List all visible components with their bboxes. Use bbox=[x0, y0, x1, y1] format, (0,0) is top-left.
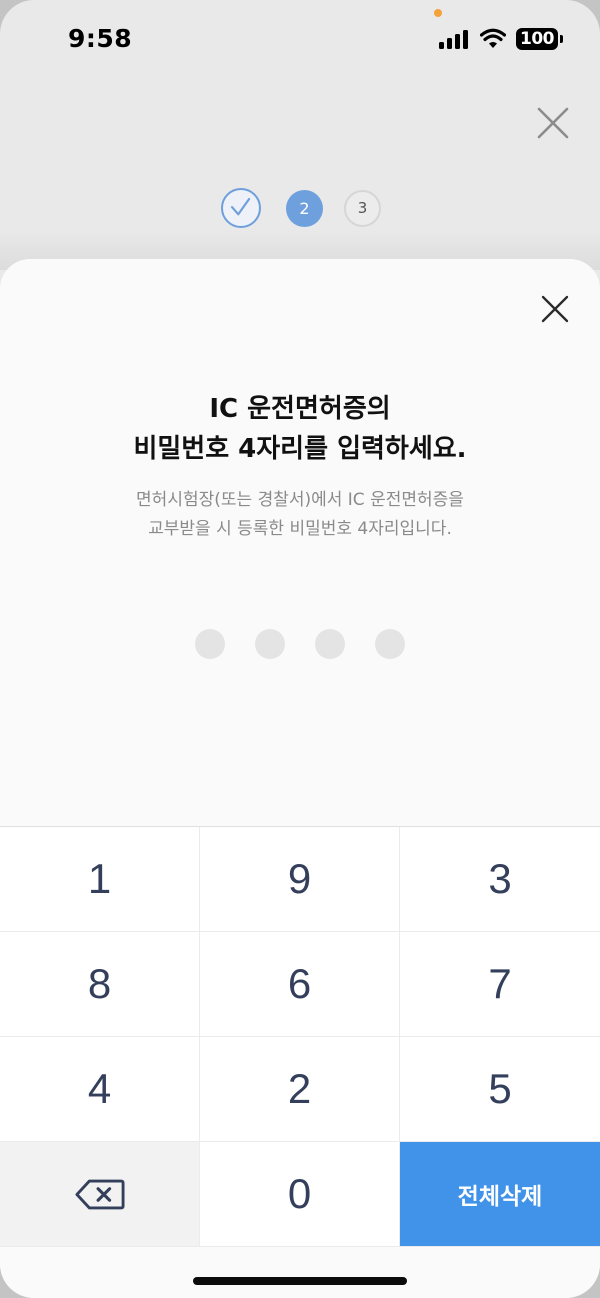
key-1[interactable]: 1 bbox=[0, 827, 200, 932]
pin-entry-sheet: IC 운전면허증의 비밀번호 4자리를 입력하세요. 면허시험장(또는 경찰서)… bbox=[0, 259, 600, 1298]
key-2[interactable]: 2 bbox=[200, 1037, 400, 1142]
step-3-upcoming: 3 bbox=[344, 190, 381, 227]
sheet-title: IC 운전면허증의 비밀번호 4자리를 입력하세요. bbox=[0, 389, 600, 469]
key-9[interactable]: 9 bbox=[200, 827, 400, 932]
battery-icon: 100 bbox=[516, 28, 563, 50]
subtitle-line-1: 면허시험장(또는 경찰서)에서 IC 운전면허증을 bbox=[136, 490, 464, 510]
status-time: 9:58 bbox=[68, 24, 133, 53]
phone-screen: 9:58 100 2 3 IC 운전면허증의 비밀번호 4자리를 입력하세요. … bbox=[0, 0, 600, 1298]
close-icon[interactable] bbox=[538, 292, 572, 326]
close-icon[interactable] bbox=[534, 104, 572, 142]
title-line-2: 비밀번호 4자리를 입력하세요. bbox=[133, 434, 467, 464]
key-7[interactable]: 7 bbox=[400, 932, 600, 1037]
key-8[interactable]: 8 bbox=[0, 932, 200, 1037]
title-line-1: IC 운전면허증의 bbox=[209, 394, 391, 424]
signal-icon bbox=[439, 29, 469, 49]
home-indicator[interactable] bbox=[193, 1277, 407, 1285]
backspace-button[interactable] bbox=[0, 1142, 200, 1247]
number-keypad: 1 9 3 8 6 7 4 2 5 0 전체삭제 bbox=[0, 826, 600, 1247]
step-1-done bbox=[221, 188, 261, 228]
key-3[interactable]: 3 bbox=[400, 827, 600, 932]
pin-dot bbox=[315, 629, 345, 659]
key-4[interactable]: 4 bbox=[0, 1037, 200, 1142]
sheet-subtitle: 면허시험장(또는 경찰서)에서 IC 운전면허증을 교부받을 시 등록한 비밀번… bbox=[0, 486, 600, 544]
pin-dot bbox=[255, 629, 285, 659]
clear-all-button[interactable]: 전체삭제 bbox=[400, 1142, 600, 1247]
key-5[interactable]: 5 bbox=[400, 1037, 600, 1142]
status-bar: 9:58 100 bbox=[0, 0, 600, 80]
backspace-icon bbox=[74, 1179, 125, 1209]
pin-dot bbox=[375, 629, 405, 659]
pin-indicator bbox=[195, 629, 407, 659]
key-6[interactable]: 6 bbox=[200, 932, 400, 1037]
key-0[interactable]: 0 bbox=[200, 1142, 400, 1247]
privacy-indicator bbox=[434, 9, 442, 17]
checkmark-icon bbox=[230, 197, 251, 216]
step-2-current: 2 bbox=[286, 190, 323, 227]
wifi-icon bbox=[480, 28, 506, 48]
step-indicator: 2 3 bbox=[221, 188, 391, 228]
subtitle-line-2: 교부받을 시 등록한 비밀번호 4자리입니다. bbox=[148, 519, 452, 539]
pin-dot bbox=[195, 629, 225, 659]
